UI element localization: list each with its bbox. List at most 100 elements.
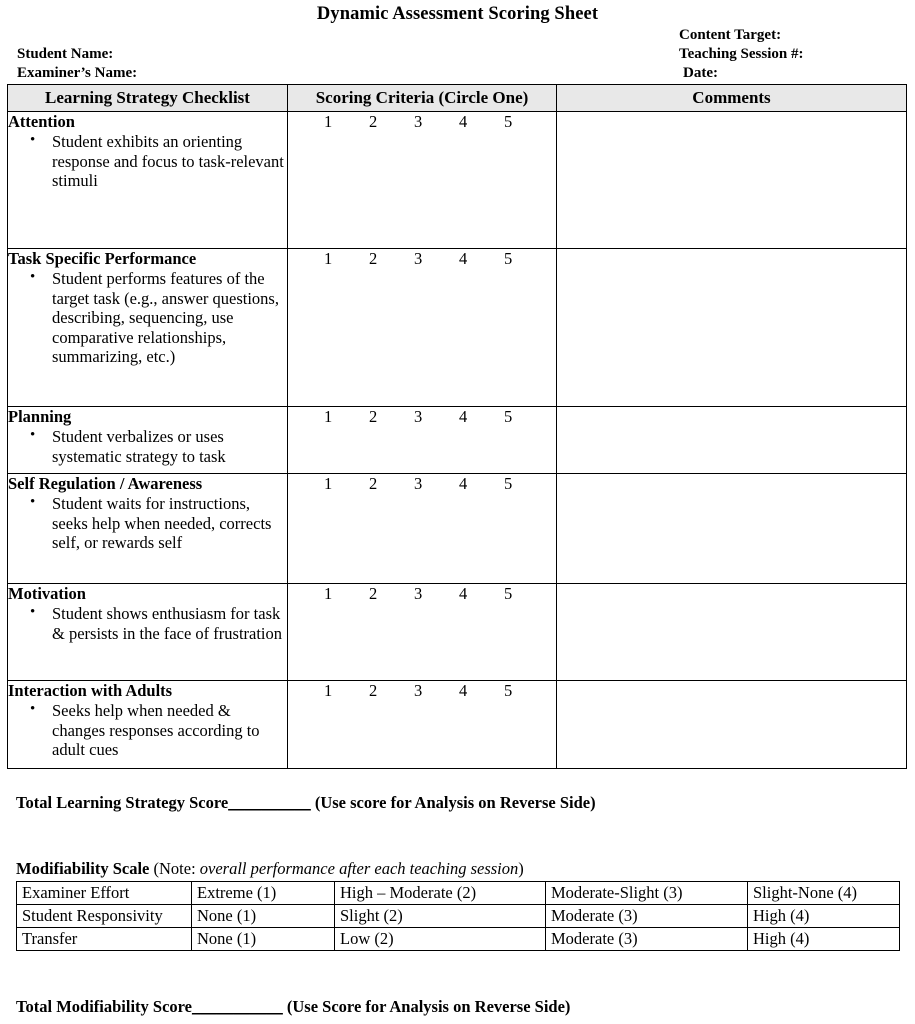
scoring-sheet-page: Dynamic Assessment Scoring Sheet Student… — [0, 0, 915, 1024]
scoring-cell-planning: 1 2 3 4 5 — [287, 406, 557, 474]
scoring-cell-self-regulation-awareness: 1 2 3 4 5 — [287, 473, 557, 584]
comments-cell-attention[interactable] — [556, 111, 907, 249]
total-modifiability-score-line: Total Modifiability Score___________ (Us… — [16, 997, 570, 1017]
list-item: Seeks help when needed & changes respons… — [30, 700, 287, 760]
score-options: 1 2 3 4 5 — [288, 474, 556, 494]
score-option-1[interactable]: 1 — [324, 681, 369, 701]
checklist-header-row: Learning Strategy Checklist Scoring Crit… — [7, 84, 907, 112]
mod-cell-transfer-2[interactable]: Low (2) — [334, 927, 546, 951]
score-option-4[interactable]: 4 — [459, 112, 504, 132]
score-options: 1 2 3 4 5 — [288, 584, 556, 604]
comments-cell-self-regulation-awareness[interactable] — [556, 473, 907, 584]
strategy-bullet-list: Seeks help when needed & changes respons… — [8, 700, 287, 760]
strategy-bullet-list: Student waits for instructions, seeks he… — [8, 493, 287, 553]
score-options: 1 2 3 4 5 — [288, 681, 556, 701]
score-option-1[interactable]: 1 — [324, 112, 369, 132]
mod-cell-student-responsivity-4[interactable]: High (4) — [747, 904, 900, 928]
total-modifiability-label: Total Modifiability Score — [16, 997, 193, 1016]
score-option-5[interactable]: 5 — [504, 681, 549, 701]
student-name-field: Student Name: — [17, 46, 114, 62]
strategy-heading: Planning — [8, 407, 72, 426]
date-field: Date: — [683, 65, 718, 81]
score-option-2[interactable]: 2 — [369, 112, 414, 132]
table-row: Student Responsivity None (1) Slight (2)… — [16, 904, 900, 928]
mod-cell-student-responsivity-2[interactable]: Slight (2) — [334, 904, 546, 928]
strategy-bullet-list: Student verbalizes or uses systematic st… — [8, 426, 287, 466]
strategy-cell-motivation: Motivation Student shows enthusiasm for … — [7, 583, 288, 681]
total-learning-strategy-label: Total Learning Strategy Score — [16, 793, 229, 812]
strategy-heading: Interaction with Adults — [8, 681, 173, 700]
mod-cell-student-responsivity-1[interactable]: None (1) — [191, 904, 335, 928]
score-option-3[interactable]: 3 — [414, 584, 459, 604]
comments-cell-interaction-with-adults[interactable] — [556, 680, 907, 769]
mod-row-label-transfer: Transfer — [16, 927, 192, 951]
score-option-1[interactable]: 1 — [324, 407, 369, 427]
list-item: Student waits for instructions, seeks he… — [30, 493, 287, 553]
score-option-5[interactable]: 5 — [504, 112, 549, 132]
score-options: 1 2 3 4 5 — [288, 407, 556, 427]
mod-cell-examiner-effort-2[interactable]: High – Moderate (2) — [334, 881, 546, 905]
table-row: Interaction with Adults Seeks help when … — [7, 680, 907, 769]
score-option-1[interactable]: 1 — [324, 584, 369, 604]
strategy-bullet-list: Student exhibits an orienting response a… — [8, 131, 287, 191]
score-option-3[interactable]: 3 — [414, 681, 459, 701]
score-option-2[interactable]: 2 — [369, 584, 414, 604]
score-option-1[interactable]: 1 — [324, 474, 369, 494]
strategy-cell-self-regulation-awareness: Self Regulation / Awareness Student wait… — [7, 473, 288, 584]
mod-cell-transfer-1[interactable]: None (1) — [191, 927, 335, 951]
comments-cell-motivation[interactable] — [556, 583, 907, 681]
mod-cell-transfer-3[interactable]: Moderate (3) — [545, 927, 748, 951]
mod-cell-transfer-4[interactable]: High (4) — [747, 927, 900, 951]
strategy-heading: Task Specific Performance — [8, 249, 197, 268]
score-options: 1 2 3 4 5 — [288, 112, 556, 132]
total-learning-strategy-blank[interactable]: __________ — [228, 793, 311, 812]
teaching-session-field: Teaching Session #: — [679, 46, 804, 62]
strategy-cell-interaction-with-adults: Interaction with Adults Seeks help when … — [7, 680, 288, 769]
score-option-3[interactable]: 3 — [414, 474, 459, 494]
total-modifiability-note: (Use Score for Analysis on Reverse Side) — [282, 997, 571, 1016]
score-option-2[interactable]: 2 — [369, 681, 414, 701]
list-item: Student performs features of the target … — [30, 268, 287, 367]
content-target-field: Content Target: — [679, 27, 782, 43]
modifiability-scale-label: Modifiability Scale (Note: overall perfo… — [16, 859, 524, 879]
mod-cell-examiner-effort-1[interactable]: Extreme (1) — [191, 881, 335, 905]
table-row: Transfer None (1) Low (2) Moderate (3) H… — [16, 927, 900, 951]
modifiability-scale-table: Examiner Effort Extreme (1) High – Moder… — [16, 881, 900, 951]
comments-cell-task-specific-performance[interactable] — [556, 248, 907, 407]
mod-cell-student-responsivity-3[interactable]: Moderate (3) — [545, 904, 748, 928]
score-option-5[interactable]: 5 — [504, 474, 549, 494]
strategy-cell-planning: Planning Student verbalizes or uses syst… — [7, 406, 288, 474]
score-option-3[interactable]: 3 — [414, 249, 459, 269]
total-modifiability-blank[interactable]: ___________ — [192, 997, 283, 1016]
scoring-cell-task-specific-performance: 1 2 3 4 5 — [287, 248, 557, 407]
column-header-comments: Comments — [556, 84, 907, 112]
score-option-1[interactable]: 1 — [324, 249, 369, 269]
score-option-4[interactable]: 4 — [459, 249, 504, 269]
strategy-heading: Motivation — [8, 584, 86, 603]
header-right-fields: Content Target: Teaching Session #: Date… — [679, 26, 803, 83]
score-option-5[interactable]: 5 — [504, 249, 549, 269]
score-option-5[interactable]: 5 — [504, 584, 549, 604]
score-option-2[interactable]: 2 — [369, 249, 414, 269]
score-option-4[interactable]: 4 — [459, 474, 504, 494]
table-row: Motivation Student shows enthusiasm for … — [7, 583, 907, 681]
score-option-4[interactable]: 4 — [459, 407, 504, 427]
score-option-2[interactable]: 2 — [369, 474, 414, 494]
score-option-4[interactable]: 4 — [459, 584, 504, 604]
list-item: Student shows enthusiasm for task & pers… — [30, 603, 287, 643]
mod-cell-examiner-effort-4[interactable]: Slight-None (4) — [747, 881, 900, 905]
modifiability-scale-title: Modifiability Scale — [16, 859, 150, 878]
examiner-name-field: Examiner’s Name: — [17, 65, 138, 81]
modifiability-note-italic: overall performance after each teaching … — [199, 859, 519, 878]
score-option-5[interactable]: 5 — [504, 407, 549, 427]
mod-cell-examiner-effort-3[interactable]: Moderate-Slight (3) — [545, 881, 748, 905]
score-option-3[interactable]: 3 — [414, 112, 459, 132]
comments-cell-planning[interactable] — [556, 406, 907, 474]
document-title: Dynamic Assessment Scoring Sheet — [316, 4, 599, 24]
score-option-2[interactable]: 2 — [369, 407, 414, 427]
table-row: Task Specific Performance Student perfor… — [7, 248, 907, 407]
scoring-cell-interaction-with-adults: 1 2 3 4 5 — [287, 680, 557, 769]
score-option-3[interactable]: 3 — [414, 407, 459, 427]
table-row: Attention Student exhibits an orienting … — [7, 111, 907, 249]
score-option-4[interactable]: 4 — [459, 681, 504, 701]
